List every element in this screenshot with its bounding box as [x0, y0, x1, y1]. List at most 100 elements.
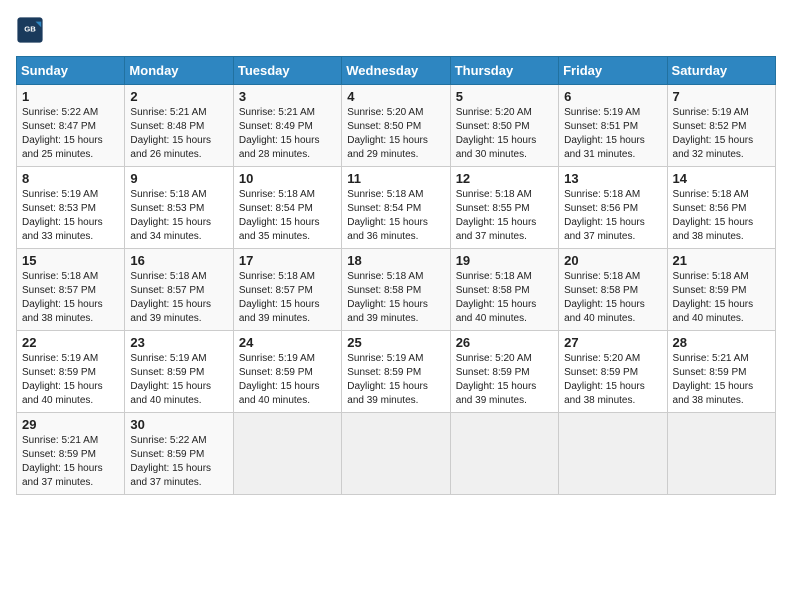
calendar-cell — [450, 413, 558, 495]
calendar-cell — [667, 413, 775, 495]
day-number: 6 — [564, 89, 661, 104]
day-number: 13 — [564, 171, 661, 186]
calendar-cell: 17 Sunrise: 5:18 AM Sunset: 8:57 PM Dayli… — [233, 249, 341, 331]
day-number: 5 — [456, 89, 553, 104]
logo-icon: GB — [16, 16, 44, 44]
day-info: Sunrise: 5:19 AM Sunset: 8:52 PM Dayligh… — [673, 106, 770, 162]
calendar-week-1: 1 Sunrise: 5:22 AM Sunset: 8:47 PM Daylig… — [17, 85, 776, 167]
calendar-cell: 9 Sunrise: 5:18 AM Sunset: 8:53 PM Daylig… — [125, 167, 233, 249]
day-number: 18 — [347, 253, 444, 268]
day-number: 30 — [130, 417, 227, 432]
day-number: 2 — [130, 89, 227, 104]
page-header: GB — [16, 16, 776, 44]
day-number: 10 — [239, 171, 336, 186]
calendar-cell: 13 Sunrise: 5:18 AM Sunset: 8:56 PM Dayli… — [559, 167, 667, 249]
day-number: 12 — [456, 171, 553, 186]
day-info: Sunrise: 5:19 AM Sunset: 8:59 PM Dayligh… — [239, 352, 336, 408]
day-info: Sunrise: 5:18 AM Sunset: 8:57 PM Dayligh… — [22, 270, 119, 326]
calendar-week-5: 29 Sunrise: 5:21 AM Sunset: 8:59 PM Dayli… — [17, 413, 776, 495]
calendar-cell: 4 Sunrise: 5:20 AM Sunset: 8:50 PM Daylig… — [342, 85, 450, 167]
day-number: 19 — [456, 253, 553, 268]
day-info: Sunrise: 5:20 AM Sunset: 8:59 PM Dayligh… — [456, 352, 553, 408]
calendar-cell: 7 Sunrise: 5:19 AM Sunset: 8:52 PM Daylig… — [667, 85, 775, 167]
calendar-cell: 15 Sunrise: 5:18 AM Sunset: 8:57 PM Dayli… — [17, 249, 125, 331]
day-info: Sunrise: 5:21 AM Sunset: 8:59 PM Dayligh… — [673, 352, 770, 408]
day-number: 22 — [22, 335, 119, 350]
calendar-cell: 1 Sunrise: 5:22 AM Sunset: 8:47 PM Daylig… — [17, 85, 125, 167]
day-number: 29 — [22, 417, 119, 432]
day-info: Sunrise: 5:19 AM Sunset: 8:59 PM Dayligh… — [347, 352, 444, 408]
day-info: Sunrise: 5:22 AM Sunset: 8:59 PM Dayligh… — [130, 434, 227, 490]
day-info: Sunrise: 5:21 AM Sunset: 8:59 PM Dayligh… — [22, 434, 119, 490]
day-number: 3 — [239, 89, 336, 104]
day-info: Sunrise: 5:21 AM Sunset: 8:48 PM Dayligh… — [130, 106, 227, 162]
day-number: 25 — [347, 335, 444, 350]
day-number: 16 — [130, 253, 227, 268]
day-info: Sunrise: 5:18 AM Sunset: 8:54 PM Dayligh… — [347, 188, 444, 244]
calendar-body: 1 Sunrise: 5:22 AM Sunset: 8:47 PM Daylig… — [17, 85, 776, 495]
calendar-cell: 16 Sunrise: 5:18 AM Sunset: 8:57 PM Dayli… — [125, 249, 233, 331]
day-info: Sunrise: 5:18 AM Sunset: 8:57 PM Dayligh… — [130, 270, 227, 326]
calendar-cell: 19 Sunrise: 5:18 AM Sunset: 8:58 PM Dayli… — [450, 249, 558, 331]
calendar-cell: 30 Sunrise: 5:22 AM Sunset: 8:59 PM Dayli… — [125, 413, 233, 495]
calendar-cell: 18 Sunrise: 5:18 AM Sunset: 8:58 PM Dayli… — [342, 249, 450, 331]
calendar-cell: 12 Sunrise: 5:18 AM Sunset: 8:55 PM Dayli… — [450, 167, 558, 249]
calendar-cell: 11 Sunrise: 5:18 AM Sunset: 8:54 PM Dayli… — [342, 167, 450, 249]
calendar-cell: 21 Sunrise: 5:18 AM Sunset: 8:59 PM Dayli… — [667, 249, 775, 331]
day-info: Sunrise: 5:18 AM Sunset: 8:58 PM Dayligh… — [456, 270, 553, 326]
weekday-header-wednesday: Wednesday — [342, 57, 450, 85]
calendar-cell: 6 Sunrise: 5:19 AM Sunset: 8:51 PM Daylig… — [559, 85, 667, 167]
calendar-cell: 27 Sunrise: 5:20 AM Sunset: 8:59 PM Dayli… — [559, 331, 667, 413]
day-info: Sunrise: 5:18 AM Sunset: 8:57 PM Dayligh… — [239, 270, 336, 326]
day-number: 28 — [673, 335, 770, 350]
calendar-cell: 10Sunrise: 5:18 AM Sunset: 8:54 PM Dayli… — [233, 167, 341, 249]
calendar-week-4: 22 Sunrise: 5:19 AM Sunset: 8:59 PM Dayli… — [17, 331, 776, 413]
day-number: 4 — [347, 89, 444, 104]
day-number: 1 — [22, 89, 119, 104]
calendar-cell: 23Sunrise: 5:19 AM Sunset: 8:59 PM Dayli… — [125, 331, 233, 413]
day-info: Sunrise: 5:18 AM Sunset: 8:58 PM Dayligh… — [564, 270, 661, 326]
day-info: Sunrise: 5:18 AM Sunset: 8:56 PM Dayligh… — [564, 188, 661, 244]
calendar-week-2: 8 Sunrise: 5:19 AM Sunset: 8:53 PM Daylig… — [17, 167, 776, 249]
calendar-cell: 26Sunrise: 5:20 AM Sunset: 8:59 PM Dayli… — [450, 331, 558, 413]
day-info: Sunrise: 5:19 AM Sunset: 8:51 PM Dayligh… — [564, 106, 661, 162]
calendar-cell: 25 Sunrise: 5:19 AM Sunset: 8:59 PM Dayli… — [342, 331, 450, 413]
day-number: 20 — [564, 253, 661, 268]
day-info: Sunrise: 5:19 AM Sunset: 8:53 PM Dayligh… — [22, 188, 119, 244]
day-info: Sunrise: 5:21 AM Sunset: 8:49 PM Dayligh… — [239, 106, 336, 162]
calendar-cell — [342, 413, 450, 495]
calendar-cell: 5 Sunrise: 5:20 AM Sunset: 8:50 PM Daylig… — [450, 85, 558, 167]
day-info: Sunrise: 5:19 AM Sunset: 8:59 PM Dayligh… — [130, 352, 227, 408]
day-info: Sunrise: 5:20 AM Sunset: 8:50 PM Dayligh… — [456, 106, 553, 162]
day-info: Sunrise: 5:18 AM Sunset: 8:55 PM Dayligh… — [456, 188, 553, 244]
day-number: 11 — [347, 171, 444, 186]
calendar-cell: 20 Sunrise: 5:18 AM Sunset: 8:58 PM Dayli… — [559, 249, 667, 331]
day-info: Sunrise: 5:20 AM Sunset: 8:59 PM Dayligh… — [564, 352, 661, 408]
day-number: 9 — [130, 171, 227, 186]
day-number: 14 — [673, 171, 770, 186]
day-number: 15 — [22, 253, 119, 268]
day-number: 17 — [239, 253, 336, 268]
day-number: 7 — [673, 89, 770, 104]
day-info: Sunrise: 5:20 AM Sunset: 8:50 PM Dayligh… — [347, 106, 444, 162]
weekday-header-tuesday: Tuesday — [233, 57, 341, 85]
calendar-cell: 8 Sunrise: 5:19 AM Sunset: 8:53 PM Daylig… — [17, 167, 125, 249]
day-number: 27 — [564, 335, 661, 350]
calendar-cell: 3 Sunrise: 5:21 AM Sunset: 8:49 PM Daylig… — [233, 85, 341, 167]
weekday-header-monday: Monday — [125, 57, 233, 85]
day-number: 8 — [22, 171, 119, 186]
weekday-header-thursday: Thursday — [450, 57, 558, 85]
calendar-week-3: 15 Sunrise: 5:18 AM Sunset: 8:57 PM Dayli… — [17, 249, 776, 331]
day-info: Sunrise: 5:18 AM Sunset: 8:58 PM Dayligh… — [347, 270, 444, 326]
weekday-header-friday: Friday — [559, 57, 667, 85]
day-info: Sunrise: 5:18 AM Sunset: 8:53 PM Dayligh… — [130, 188, 227, 244]
calendar-cell: 14Sunrise: 5:18 AM Sunset: 8:56 PM Dayli… — [667, 167, 775, 249]
calendar-cell: 28 Sunrise: 5:21 AM Sunset: 8:59 PM Dayli… — [667, 331, 775, 413]
day-info: Sunrise: 5:18 AM Sunset: 8:59 PM Dayligh… — [673, 270, 770, 326]
calendar-cell: 22 Sunrise: 5:19 AM Sunset: 8:59 PM Dayli… — [17, 331, 125, 413]
svg-text:GB: GB — [24, 24, 36, 33]
day-number: 21 — [673, 253, 770, 268]
calendar-table: SundayMondayTuesdayWednesdayThursdayFrid… — [16, 56, 776, 495]
day-info: Sunrise: 5:22 AM Sunset: 8:47 PM Dayligh… — [22, 106, 119, 162]
day-info: Sunrise: 5:19 AM Sunset: 8:59 PM Dayligh… — [22, 352, 119, 408]
